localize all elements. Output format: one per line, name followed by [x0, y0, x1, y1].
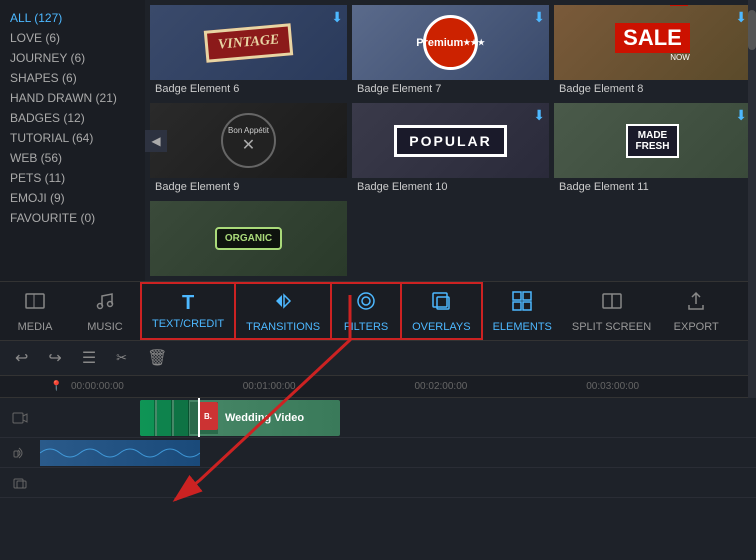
item-label: Badge Element 11 [554, 178, 751, 196]
audio-track-icon [0, 446, 40, 460]
scrollbar-handle[interactable] [748, 10, 756, 50]
download-icon[interactable]: ⬇ [331, 9, 343, 26]
timeline-ruler: 📍 00:00:00:00 00:01:00:00 00:02:00:00 00… [0, 376, 756, 398]
sidebar-item-love[interactable]: LOVE (6) [0, 28, 145, 48]
download-icon[interactable]: ⬇ [735, 9, 747, 26]
sidebar-item-pets[interactable]: PETS (11) [0, 168, 145, 188]
export-icon [685, 290, 707, 318]
badge12-visual: ORGANIC [215, 227, 282, 250]
thumbnail-badge7: Premium★★★ ⬇ [352, 5, 549, 80]
sidebar-item-web[interactable]: WEB (56) [0, 148, 145, 168]
item-label: Badge Element 9 [150, 178, 347, 196]
sale-visual: SALE [615, 23, 690, 53]
badge11-visual: MADEFRESH [626, 124, 680, 158]
sidebar-item-hand-drawn[interactable]: HAND DRAWN (21) [0, 88, 145, 108]
list-item[interactable]: MADEFRESH ⬇ Badge Element 11 [554, 103, 751, 196]
toolbar-transitions[interactable]: TRANSITIONS [236, 282, 332, 340]
music-icon [94, 290, 116, 318]
item-label: Badge Element 7 [352, 80, 549, 98]
download-icon[interactable]: ⬇ [533, 9, 545, 26]
toolbar-music[interactable]: MUSIC [70, 282, 140, 340]
download-icon[interactable]: ⬇ [735, 107, 747, 124]
timeline-toolbar: ↩ ↪ ☰ ✂ 🗑 [0, 341, 756, 376]
video-track-row: W Wedding Video B. [0, 398, 756, 438]
ruler-mark-0: 00:00:00:00 [69, 381, 241, 392]
redo-button[interactable]: ↪ [43, 346, 66, 370]
audio-track-row [0, 438, 756, 468]
ruler-mark-3: 00:03:00:00 [584, 381, 756, 392]
filters-icon [355, 290, 377, 318]
app-container: ALL (127) LOVE (6) JOURNEY (6) SHAPES (6… [0, 0, 756, 560]
delete-button[interactable]: 🗑 [142, 346, 172, 370]
playhead[interactable] [198, 398, 200, 437]
item-label: Badge Element 8 [554, 80, 751, 98]
video-clip[interactable]: W Wedding Video [140, 400, 340, 436]
badge10-visual: POPULAR [394, 125, 506, 157]
item-label: Badge Element 6 [150, 80, 347, 98]
top-section: ALL (127) LOVE (6) JOURNEY (6) SHAPES (6… [0, 0, 756, 281]
overlay-track-content [40, 468, 756, 497]
toolbar-split-screen[interactable]: SPLIT SCREEN [562, 282, 661, 340]
video-track-content[interactable]: W Wedding Video B. [40, 398, 756, 437]
text-credit-icon: T [182, 292, 194, 315]
sidebar: ALL (127) LOVE (6) JOURNEY (6) SHAPES (6… [0, 0, 145, 281]
sidebar-item-badges[interactable]: BADGES (12) [0, 108, 145, 128]
undo-button[interactable]: ↩ [10, 346, 33, 370]
cut-button[interactable]: ✂ [111, 348, 132, 368]
timeline-section: ↩ ↪ ☰ ✂ 🗑 📍 00:00:00:00 00:01:00:00 00:0… [0, 341, 756, 560]
overlay-track-icon [0, 476, 40, 490]
video-track-label: Wedding Video [225, 412, 304, 424]
list-item[interactable]: ORGANIC [150, 201, 347, 276]
media-icon [24, 290, 46, 318]
audio-track-content [40, 438, 756, 467]
list-item[interactable]: Premium★★★ ⬇ Badge Element 7 [352, 5, 549, 98]
bottom-toolbar: MEDIA MUSIC T TEXT/CREDIT T [0, 281, 756, 341]
badge9-visual: Bon Appétit ✕ [221, 113, 276, 168]
thumbnail-badge12: ORGANIC [150, 201, 347, 276]
thumbnail-badge11: MADEFRESH ⬇ [554, 103, 751, 178]
video-track-icon [0, 410, 40, 426]
thumbnail-badge6: VINTAGE ⬇ [150, 5, 347, 80]
elements-icon [511, 290, 533, 318]
timeline-tracks: W Wedding Video B. [0, 398, 756, 560]
badge7-visual: Premium★★★ [423, 15, 478, 70]
download-icon[interactable]: ⬇ [533, 107, 545, 124]
sidebar-item-all[interactable]: ALL (127) [0, 8, 145, 28]
transitions-icon [272, 290, 294, 318]
sidebar-item-journey[interactable]: JOURNEY (6) [0, 48, 145, 68]
toolbar-media[interactable]: MEDIA [0, 282, 70, 340]
overlays-icon [430, 290, 452, 318]
item-label: Badge Element 10 [352, 178, 549, 196]
elements-grid: VINTAGE ⬇ Badge Element 6 Premium★★★ ⬇ B… [145, 0, 756, 281]
sidebar-item-favourite[interactable]: FAVOURITE (0) [0, 208, 145, 228]
sidebar-collapse-button[interactable]: ◀ [145, 130, 167, 152]
badge-clip[interactable]: B. [198, 402, 218, 430]
toolbar-export[interactable]: EXPORT [661, 282, 731, 340]
timeline-pin-icon: 📍 [50, 381, 62, 392]
toolbar-text-credit[interactable]: T TEXT/CREDIT [140, 282, 236, 340]
sidebar-item-tutorial[interactable]: TUTORIAL (64) [0, 128, 145, 148]
badge6-visual: VINTAGE [204, 23, 294, 63]
ruler-marks: 00:00:00:00 00:01:00:00 00:02:00:00 00:0… [69, 381, 756, 392]
overlay-track-row [0, 468, 756, 498]
thumbnail-badge10: POPULAR ⬇ [352, 103, 549, 178]
grid-container: VINTAGE ⬇ Badge Element 6 Premium★★★ ⬇ B… [150, 5, 751, 276]
thumbnail-badge8: ON SALE NOW ⬇ [554, 5, 751, 80]
sidebar-item-emoji[interactable]: EMOJI (9) [0, 188, 145, 208]
toolbar-overlays[interactable]: OVERLAYS [402, 282, 483, 340]
list-item[interactable]: ON SALE NOW ⬇ Badge Element 8 [554, 5, 751, 98]
ruler-mark-2: 00:02:00:00 [413, 381, 585, 392]
split-screen-icon [601, 290, 623, 318]
list-item[interactable]: Bon Appétit ✕ Badge Element 9 [150, 103, 347, 196]
list-item[interactable]: POPULAR ⬇ Badge Element 10 [352, 103, 549, 196]
ruler-mark-1: 00:01:00:00 [241, 381, 413, 392]
thumbnail-badge9: Bon Appétit ✕ [150, 103, 347, 178]
toolbar-filters[interactable]: FILTERS [332, 282, 402, 340]
list-item[interactable]: VINTAGE ⬇ Badge Element 6 [150, 5, 347, 98]
toolbar-elements[interactable]: ELEMENTS [483, 282, 562, 340]
sidebar-item-shapes[interactable]: SHAPES (6) [0, 68, 145, 88]
menu-button[interactable]: ☰ [77, 346, 101, 370]
